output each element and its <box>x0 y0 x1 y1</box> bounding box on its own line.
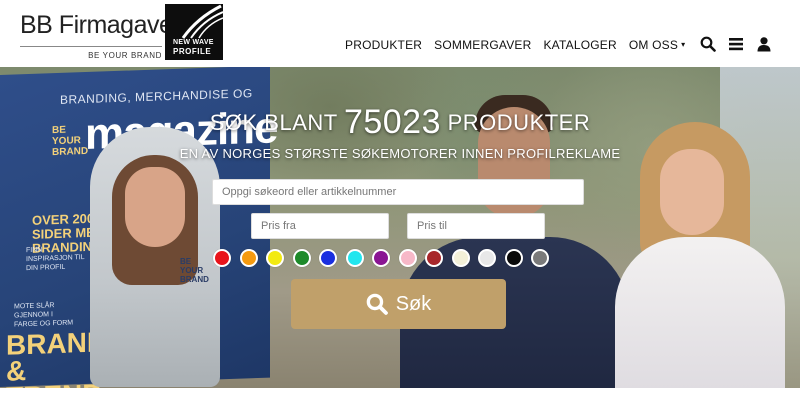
color-swatch-blue[interactable] <box>319 249 337 267</box>
color-swatch-green[interactable] <box>292 249 311 267</box>
chevron-down-icon: ▾ <box>681 40 686 49</box>
partner-name-line1: NEW WAVE <box>173 39 214 46</box>
color-swatch-black[interactable] <box>504 249 523 267</box>
site-header: BB Firmagaver BE YOUR BRAND NEW WAVE PRO… <box>0 0 800 67</box>
nav-item-sommergaver[interactable]: SOMMERGAVER <box>434 38 531 52</box>
logo-divider <box>20 46 162 47</box>
color-swatch-white[interactable] <box>478 249 496 267</box>
search-button-label: Søk <box>395 292 432 315</box>
model-face <box>125 167 185 247</box>
menu-icon[interactable] <box>728 36 744 52</box>
nav-item-om-oss[interactable]: OM OSS ▾ <box>629 38 685 52</box>
nav-item-om-oss-label: OM OSS <box>628 38 679 52</box>
nav-item-kataloger[interactable]: KATALOGER <box>543 38 616 52</box>
search-button[interactable]: Søk <box>291 279 506 329</box>
logo-text: BB Firmagaver <box>20 11 181 39</box>
hero-title: SØK BLANT 75023 PRODUKTER <box>0 103 800 142</box>
color-swatch-purple[interactable] <box>372 249 390 267</box>
color-swatch-yellow[interactable] <box>266 249 284 267</box>
hoodie-print-text: BE YOUR BRAND <box>180 257 209 284</box>
hero-title-prefix: SØK BLANT <box>209 110 338 135</box>
color-swatch-red[interactable] <box>213 249 231 267</box>
color-swatch-pink[interactable] <box>398 249 417 267</box>
search-input[interactable] <box>212 179 584 205</box>
partner-name-line2: PROFILE <box>173 47 212 56</box>
magazine-mote-text: MOTE SLÅR GJENNOM I FARGE OG FORM <box>14 302 74 329</box>
model-woman-face <box>660 149 724 235</box>
product-count: 75023 <box>343 103 441 141</box>
main-nav: PRODUKTER SOMMERGAVER KATALOGER OM OSS ▾ <box>345 38 685 52</box>
hero-banner: BRANDING, MERCHANDISE OG magazine BE YOU… <box>0 67 800 388</box>
color-swatch-cream[interactable] <box>451 249 470 267</box>
color-filter <box>213 249 549 267</box>
partner-logo[interactable]: NEW WAVE PROFILE <box>165 4 223 60</box>
color-swatch-burgundy[interactable] <box>425 249 443 267</box>
logo-tagline: BE YOUR BRAND <box>88 51 162 60</box>
search-icon[interactable] <box>700 36 716 52</box>
price-to-input[interactable] <box>407 213 545 239</box>
magazine-brand-text: BRAND & TREND <box>6 326 108 388</box>
search-icon <box>366 293 388 315</box>
header-icons <box>700 36 772 52</box>
hero-title-suffix: PRODUKTER <box>447 110 591 135</box>
color-swatch-cyan[interactable] <box>345 249 364 267</box>
nav-item-produkter[interactable]: PRODUKTER <box>345 38 422 52</box>
hero-subtitle: EN AV NORGES STØRSTE SØKEMOTORER INNEN P… <box>179 146 621 161</box>
color-swatch-orange[interactable] <box>239 249 258 267</box>
color-swatch-grey[interactable] <box>531 249 549 267</box>
model-woman-image <box>615 237 785 388</box>
price-from-input[interactable] <box>251 213 389 239</box>
magazine-finn-text: FINN INSPIRASJON TIL DIN PROFIL <box>26 246 85 273</box>
user-icon[interactable] <box>756 36 772 52</box>
site-logo[interactable]: BB Firmagaver BE YOUR BRAND <box>20 8 181 60</box>
page-below-fold <box>0 388 800 400</box>
